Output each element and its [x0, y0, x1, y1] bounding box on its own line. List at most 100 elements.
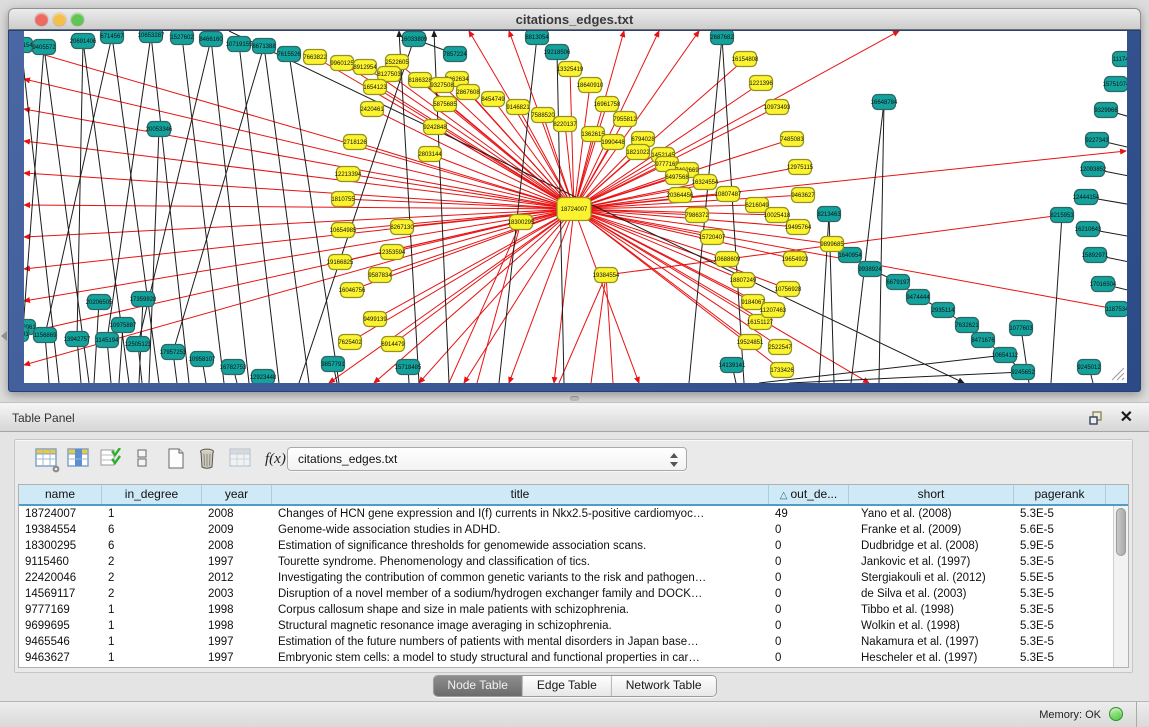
table-cell: 5.9E-5 — [1014, 538, 1106, 554]
function-builder-icon[interactable]: f(x) — [265, 451, 289, 475]
graph-node-label: 10807487 — [715, 192, 742, 198]
table-cell: 18300295 — [19, 538, 102, 554]
graph-node-label: 10688609 — [714, 257, 741, 263]
graph-node-label: 7857224 — [443, 52, 467, 58]
table-cell: 9777169 — [19, 602, 102, 618]
graph-node-label: 8454749 — [481, 97, 505, 103]
table-cell: Yano et al. (2008) — [849, 506, 1014, 522]
graph-node-label: 8466160 — [199, 37, 223, 43]
column-visibility-icon[interactable] — [67, 448, 91, 472]
graph-node-label: 10975887 — [110, 323, 137, 329]
table-cell: 6 — [102, 522, 202, 538]
graph-node-label: 9242848 — [423, 125, 447, 131]
graph-node-label: 2935114 — [932, 308, 956, 314]
graph-node-label: 20053346 — [146, 127, 173, 133]
float-panel-icon[interactable] — [1089, 411, 1103, 425]
table-cell: Dudbridge et al. (2008) — [849, 538, 1014, 554]
table-panel-header: Table Panel ✕ — [0, 402, 1149, 432]
table-cell: 2008 — [202, 506, 272, 522]
graph-node-label: 20691406 — [70, 39, 97, 45]
table-row[interactable]: 2242004622012Investigating the contribut… — [19, 570, 1113, 586]
table-cell: 2003 — [202, 586, 272, 602]
table-cell: 0 — [769, 522, 849, 538]
graph-node-label: 19384554 — [593, 273, 620, 279]
tab-edge-table[interactable]: Edge Table — [523, 676, 612, 696]
new-table-icon[interactable] — [167, 448, 191, 472]
window-titlebar[interactable]: citations_edges.txt — [8, 8, 1141, 30]
table-cell: 1997 — [202, 634, 272, 650]
graph-node-label: 18724007 — [561, 207, 588, 213]
graph-node-label: 10654112 — [992, 353, 1019, 359]
graph-node-label: 20364456 — [667, 193, 694, 199]
resize-grip-icon[interactable] — [1109, 365, 1125, 381]
table-row[interactable]: 969969511998Structural magnetic resonanc… — [19, 618, 1113, 634]
table-cell: 1 — [102, 602, 202, 618]
row-height-icon[interactable] — [135, 448, 159, 472]
graph-node-label: 16961758 — [594, 102, 621, 108]
graph-node-label: 12093852 — [1080, 167, 1107, 173]
table-cell: 49 — [769, 506, 849, 522]
node-table: namein_degreeyeartitle△out_de...shortpag… — [18, 484, 1129, 668]
graph-node-label: 1221396 — [749, 81, 773, 87]
table-cell: Stergiakouli et al. (2012) — [849, 570, 1014, 586]
table-cell: 2 — [102, 554, 202, 570]
table-cell: 5.6E-5 — [1014, 522, 1106, 538]
network-window: citations_edges.txt 92031549405572206914… — [8, 8, 1141, 392]
column-header-title[interactable]: title — [272, 485, 769, 504]
graph-node-label: 1810755 — [331, 197, 355, 203]
table-settings-icon[interactable] — [35, 448, 59, 472]
column-header-short[interactable]: short — [849, 485, 1014, 504]
table-cell: 9115460 — [19, 554, 102, 570]
table-cell: Franke et al. (2009) — [849, 522, 1014, 538]
column-header-out_de[interactable]: △out_de... — [769, 485, 849, 504]
graph-node-label: 8215953 — [1050, 213, 1074, 219]
table-row[interactable]: 977716911998Corpus callosum shape and si… — [19, 602, 1113, 618]
graph-node-label: 14139141 — [719, 363, 746, 369]
graph-node-label: 7955812 — [613, 117, 637, 123]
table-cell: 5.5E-5 — [1014, 570, 1106, 586]
table-row[interactable]: 946554611997Estimation of the future num… — [19, 634, 1113, 650]
table-cell: Jankovic et al. (1997) — [849, 554, 1014, 570]
column-header-name[interactable]: name — [19, 485, 102, 504]
table-row[interactable]: 1456911722003Disruption of a novel membe… — [19, 586, 1113, 602]
table-cell: 5.3E-5 — [1014, 618, 1106, 634]
status-bar: Memory: OK — [0, 701, 1149, 727]
graph-node-label: 9938924 — [858, 267, 882, 273]
graph-node-label: 8186328 — [408, 78, 432, 84]
graph-node-label: 2522605 — [385, 60, 409, 66]
tab-network-table[interactable]: Network Table — [612, 676, 716, 696]
column-header-pagerank[interactable]: pagerank — [1014, 485, 1106, 504]
column-header-year[interactable]: year — [202, 485, 272, 504]
table-cell: 18724007 — [19, 506, 102, 522]
delete-table-icon[interactable] — [198, 448, 222, 472]
table-panel-title: Table Panel — [12, 411, 75, 425]
graph-node-label: 12505123 — [125, 342, 152, 348]
table-cell: 9463627 — [19, 650, 102, 666]
graph-node-label: 19166825 — [327, 260, 354, 266]
table-row[interactable]: 1830029562008Estimation of significance … — [19, 538, 1113, 554]
network-graph-canvas[interactable]: 9203154940557220691406671456710653287152… — [24, 31, 1127, 383]
graph-node-label: 1145194 — [96, 338, 120, 344]
window-title: citations_edges.txt — [9, 12, 1140, 27]
column-header-in_degree[interactable]: in_degree — [102, 485, 202, 504]
close-panel-icon[interactable]: ✕ — [1120, 407, 1133, 427]
table-row[interactable]: 1872400712008Changes of HCN gene express… — [19, 506, 1113, 522]
table-select-dropdown[interactable]: citations_edges.txt — [287, 447, 687, 471]
table-cell: 14569117 — [19, 586, 102, 602]
scrollbar-thumb[interactable] — [1116, 508, 1126, 556]
table-cell: Disruption of a novel member of a sodium… — [272, 586, 769, 602]
graph-node-label: 1654123 — [363, 85, 387, 91]
table-cell: 0 — [769, 650, 849, 666]
graph-node-label: 3915301 — [24, 332, 29, 338]
row-selection-icon[interactable] — [100, 448, 124, 472]
table-cell: 0 — [769, 570, 849, 586]
tab-node-table[interactable]: Node Table — [433, 676, 523, 696]
table-cell: 9699695 — [19, 618, 102, 634]
collapse-panel-arrow-icon[interactable] — [1, 331, 7, 341]
panel-splitter-handle[interactable] — [570, 396, 579, 401]
table-row[interactable]: 1938455462009Genome-wide association stu… — [19, 522, 1113, 538]
vertical-scrollbar[interactable] — [1113, 506, 1128, 667]
table-row[interactable]: 911546021997Tourette syndrome. Phenomeno… — [19, 554, 1113, 570]
table-row[interactable]: 946362711997Embryonic stem cells: a mode… — [19, 650, 1113, 666]
graph-node-label: 2420461 — [360, 107, 384, 113]
